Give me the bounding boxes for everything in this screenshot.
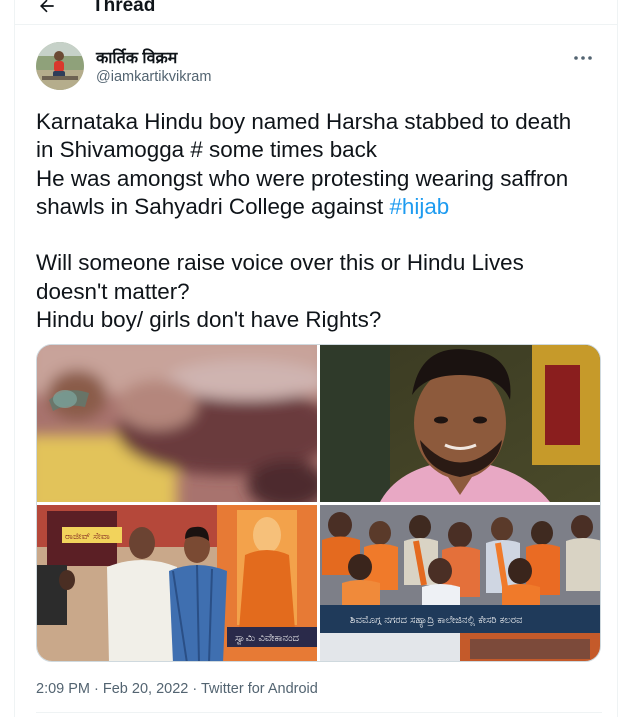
tweet-line: Karnataka Hindu boy named Harsha stabbed… [36,109,572,134]
tweet-line: in Shivamogga # some times back [36,137,377,163]
poster-text: ಸ್ವಾಮಿ ವಿವೇಕಾನಂದ [235,633,300,645]
arrow-left-icon[interactable] [37,0,57,16]
tweet-text: Karnataka Hindu boy named Harsha stabbed… [36,108,602,334]
tweet-line: Hindu boy/ girls don't have Rights? [36,307,382,333]
thread-column: Thread कार्तिक विक्रम @iamkartikvikram K… [14,0,618,717]
tweet-source[interactable]: Twitter for Android [201,681,318,697]
tweet-date[interactable]: Feb 20, 2022 [103,681,188,697]
sign-text: ರಾಜೀವ್ ಸೇವಾ [65,532,110,542]
more-options-icon[interactable] [571,48,595,68]
photo-protest-group[interactable]: ಶಿವಮೊಗ್ಗ ನಗರದ ಸಹ್ಯಾದ್ರಿ ಕಾಲೇಜಿನಲ್ಲಿ ಕೇಸರ… [320,505,600,661]
photo-blurred-hospital[interactable] [37,345,317,502]
divider [36,712,602,713]
tweet-line: doesn't matter? [36,278,190,304]
avatar[interactable] [36,42,84,90]
banner-text: ಶಿವಮೊಗ್ಗ ನಗರದ ಸಹ್ಯಾದ್ರಿ ಕಾಲೇಜಿನಲ್ಲಿ ಕೇಸರ… [350,615,522,627]
tweet-line-text: shawls in Sahyadri College against [36,193,390,219]
photo-portrait[interactable] [320,345,600,502]
tweet-time[interactable]: 2:09 PM [36,681,90,697]
tweet-meta: 2:09 PM · Feb 20, 2022 · Twitter for And… [36,681,318,697]
media-grid: ರಾಜೀವ್ ಸೇವಾ ಸ್ವಾಮಿ ವಿವೇಕಾನಂದ ಶಿವಮೊಗ್ಗ ನಗ… [36,344,601,662]
photo-two-men[interactable]: ರಾಜೀವ್ ಸೇವಾ ಸ್ವಾಮಿ ವಿವೇಕಾನಂದ [37,505,317,661]
tweet-line: shawls in Sahyadri College against #hija… [36,193,602,221]
tweet-line: Will someone raise voice over this or Hi… [36,250,524,276]
meta-separator: · [90,681,103,697]
author-display-name[interactable]: कार्तिक विक्रम [96,46,177,68]
tweet-line: He was amongst who were protesting weari… [36,165,569,191]
hashtag-link[interactable]: #hijab [389,194,449,219]
thread-header: Thread [15,0,619,22]
page-title: Thread [92,0,156,16]
meta-separator: · [188,681,201,697]
author-handle[interactable]: @iamkartikvikram [96,69,211,85]
divider [15,24,617,25]
